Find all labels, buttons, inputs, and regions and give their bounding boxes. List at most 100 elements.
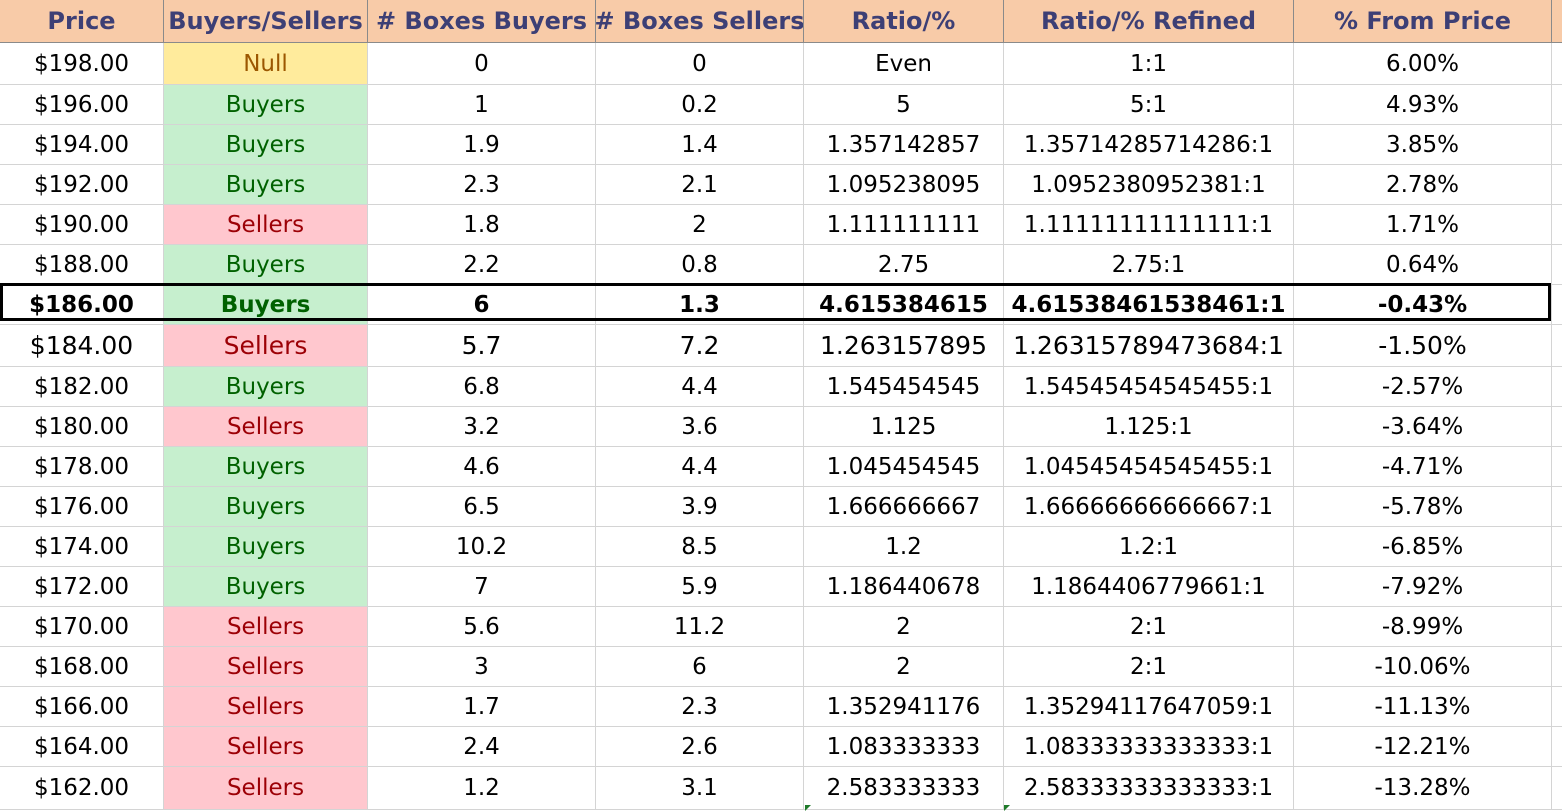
cell-boxes-sellers[interactable]: 11.2 xyxy=(596,607,804,647)
cell-empty[interactable] xyxy=(1552,285,1562,325)
cell-from-price[interactable]: -8.99% xyxy=(1294,607,1552,647)
cell-from-price[interactable]: 1.71% xyxy=(1294,205,1552,245)
cell-price[interactable]: $162.00 xyxy=(0,767,164,810)
cell-ratio-refined[interactable]: 2.75:1 xyxy=(1004,245,1294,285)
column-header-boxes-buyers[interactable]: # Boxes Buyers xyxy=(368,0,596,43)
cell-boxes-buyers[interactable]: 1.2 xyxy=(368,767,596,810)
cell-price[interactable]: $198.00 xyxy=(0,43,164,85)
cell-from-price[interactable]: -1.50% xyxy=(1294,325,1552,367)
cell-boxes-buyers[interactable]: 7 xyxy=(368,567,596,607)
cell-ratio[interactable]: Even xyxy=(804,43,1004,85)
cell-from-price[interactable]: -11.13% xyxy=(1294,687,1552,727)
cell-empty[interactable] xyxy=(1552,607,1562,647)
cell-empty[interactable] xyxy=(1552,245,1562,285)
cell-boxes-buyers[interactable]: 5.7 xyxy=(368,325,596,367)
cell-ratio-refined[interactable]: 1.54545454545455:1 xyxy=(1004,367,1294,407)
cell-buyers-sellers[interactable]: Sellers xyxy=(164,767,368,810)
cell-price[interactable]: $196.00 xyxy=(0,85,164,125)
cell-ratio[interactable]: 1.186440678 xyxy=(804,567,1004,607)
cell-boxes-sellers[interactable]: 3.9 xyxy=(596,487,804,527)
column-header-ratio[interactable]: Ratio/% xyxy=(804,0,1004,43)
cell-buyers-sellers[interactable]: Buyers xyxy=(164,367,368,407)
cell-boxes-sellers[interactable]: 1.3 xyxy=(596,285,804,325)
cell-boxes-buyers[interactable]: 6.5 xyxy=(368,487,596,527)
cell-ratio[interactable]: 1.2 xyxy=(804,527,1004,567)
cell-price[interactable]: $178.00 xyxy=(0,447,164,487)
cell-buyers-sellers[interactable]: Buyers xyxy=(164,165,368,205)
cell-ratio-refined[interactable]: 2:1 xyxy=(1004,607,1294,647)
cell-boxes-sellers[interactable]: 7.2 xyxy=(596,325,804,367)
cell-boxes-sellers[interactable]: 2.6 xyxy=(596,727,804,767)
cell-price[interactable]: $182.00 xyxy=(0,367,164,407)
cell-ratio[interactable]: 5 xyxy=(804,85,1004,125)
cell-price[interactable]: $176.00 xyxy=(0,487,164,527)
cell-empty[interactable] xyxy=(1552,447,1562,487)
cell-ratio[interactable]: 1.263157895 xyxy=(804,325,1004,367)
cell-empty[interactable] xyxy=(1552,527,1562,567)
cell-ratio[interactable]: 2.75 xyxy=(804,245,1004,285)
cell-boxes-sellers[interactable]: 1.4 xyxy=(596,125,804,165)
cell-buyers-sellers[interactable]: Buyers xyxy=(164,487,368,527)
cell-price[interactable]: $170.00 xyxy=(0,607,164,647)
cell-boxes-sellers[interactable]: 2.1 xyxy=(596,165,804,205)
cell-empty[interactable] xyxy=(1552,367,1562,407)
cell-boxes-buyers[interactable]: 1.7 xyxy=(368,687,596,727)
cell-boxes-buyers[interactable]: 2.4 xyxy=(368,727,596,767)
cell-price[interactable]: $190.00 xyxy=(0,205,164,245)
cell-ratio-refined[interactable]: 1.125:1 xyxy=(1004,407,1294,447)
cell-from-price[interactable]: 6.00% xyxy=(1294,43,1552,85)
cell-boxes-sellers[interactable]: 3.6 xyxy=(596,407,804,447)
cell-price[interactable]: $172.00 xyxy=(0,567,164,607)
cell-empty[interactable] xyxy=(1552,487,1562,527)
cell-ratio-refined[interactable]: 1.26315789473684:1 xyxy=(1004,325,1294,367)
cell-price[interactable]: $164.00 xyxy=(0,727,164,767)
column-header-empty[interactable] xyxy=(1552,0,1562,43)
cell-ratio-refined[interactable]: 1.35714285714286:1 xyxy=(1004,125,1294,165)
cell-boxes-buyers[interactable]: 2.2 xyxy=(368,245,596,285)
cell-buyers-sellers[interactable]: Sellers xyxy=(164,205,368,245)
cell-ratio-refined[interactable]: 1:1 xyxy=(1004,43,1294,85)
cell-buyers-sellers[interactable]: Buyers xyxy=(164,527,368,567)
cell-boxes-sellers[interactable]: 0.8 xyxy=(596,245,804,285)
cell-empty[interactable] xyxy=(1552,85,1562,125)
cell-ratio[interactable]: 1.095238095 xyxy=(804,165,1004,205)
cell-boxes-buyers[interactable]: 3.2 xyxy=(368,407,596,447)
cell-buyers-sellers[interactable]: Sellers xyxy=(164,325,368,367)
cell-ratio-refined[interactable]: 1.04545454545455:1 xyxy=(1004,447,1294,487)
cell-price[interactable]: $188.00 xyxy=(0,245,164,285)
cell-from-price[interactable]: -3.64% xyxy=(1294,407,1552,447)
cell-ratio[interactable]: 1.083333333 xyxy=(804,727,1004,767)
cell-boxes-buyers[interactable]: 5.6 xyxy=(368,607,596,647)
cell-boxes-sellers[interactable]: 6 xyxy=(596,647,804,687)
column-header-price[interactable]: Price xyxy=(0,0,164,43)
cell-boxes-buyers[interactable]: 0 xyxy=(368,43,596,85)
cell-from-price[interactable]: -10.06% xyxy=(1294,647,1552,687)
column-header-from-price[interactable]: % From Price xyxy=(1294,0,1552,43)
cell-from-price[interactable]: 0.64% xyxy=(1294,245,1552,285)
cell-price[interactable]: $174.00 xyxy=(0,527,164,567)
cell-buyers-sellers[interactable]: Buyers xyxy=(164,125,368,165)
cell-ratio[interactable]: 4.615384615 xyxy=(804,285,1004,325)
cell-boxes-buyers[interactable]: 2.3 xyxy=(368,165,596,205)
cell-from-price[interactable]: -0.43% xyxy=(1294,285,1552,325)
cell-buyers-sellers[interactable]: Buyers xyxy=(164,85,368,125)
cell-empty[interactable] xyxy=(1552,407,1562,447)
cell-boxes-buyers[interactable]: 1.9 xyxy=(368,125,596,165)
cell-empty[interactable] xyxy=(1552,647,1562,687)
cell-ratio[interactable]: 2 xyxy=(804,607,1004,647)
cell-boxes-sellers[interactable]: 4.4 xyxy=(596,367,804,407)
cell-ratio-refined[interactable]: 1.08333333333333:1 xyxy=(1004,727,1294,767)
cell-price[interactable]: $168.00 xyxy=(0,647,164,687)
cell-buyers-sellers[interactable]: Buyers xyxy=(164,567,368,607)
cell-ratio-refined[interactable]: 5:1 xyxy=(1004,85,1294,125)
cell-boxes-sellers[interactable]: 3.1 xyxy=(596,767,804,810)
cell-boxes-sellers[interactable]: 0 xyxy=(596,43,804,85)
cell-empty[interactable] xyxy=(1552,727,1562,767)
cell-empty[interactable] xyxy=(1552,767,1562,810)
cell-ratio[interactable]: 1.545454545 xyxy=(804,367,1004,407)
cell-ratio[interactable]: 2 xyxy=(804,647,1004,687)
cell-from-price[interactable]: -2.57% xyxy=(1294,367,1552,407)
cell-buyers-sellers[interactable]: Buyers xyxy=(164,245,368,285)
cell-empty[interactable] xyxy=(1552,205,1562,245)
column-header-buyers-sellers[interactable]: Buyers/Sellers xyxy=(164,0,368,43)
